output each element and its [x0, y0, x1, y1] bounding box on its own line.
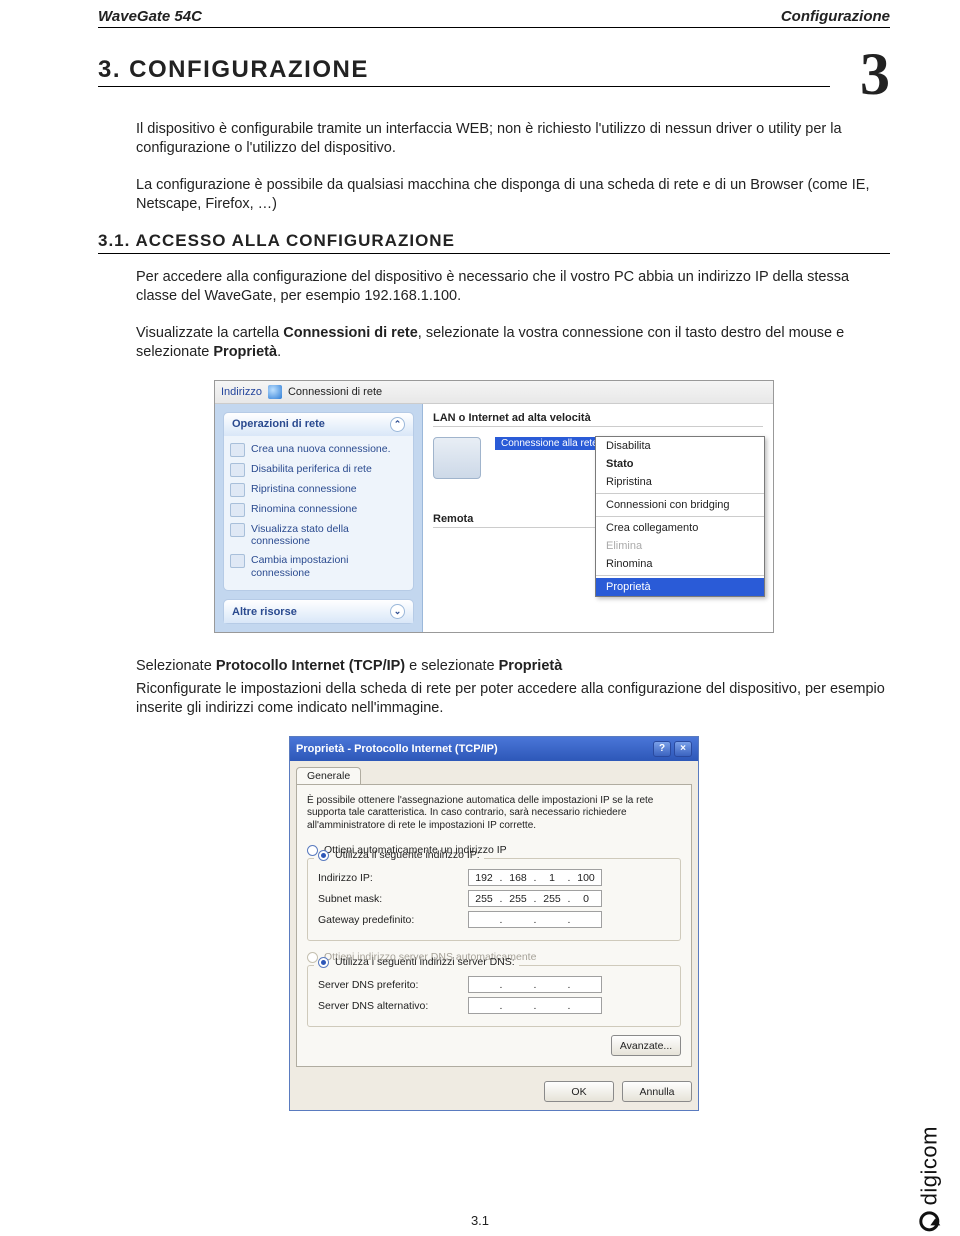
task-icon: [230, 443, 245, 457]
task-item[interactable]: Visualizza stato della connessione: [230, 520, 407, 551]
screenshot-tcpip-properties: Proprietà - Protocollo Internet (TCP/IP)…: [289, 736, 699, 1112]
panel-header-other[interactable]: Altre risorse ⌄: [224, 600, 413, 623]
dns2-label: Server DNS alternativo:: [318, 1000, 468, 1012]
description-text: È possibile ottenere l'assegnazione auto…: [307, 795, 681, 833]
address-bar: Indirizzo Connessioni di rete: [215, 381, 773, 404]
cancel-button[interactable]: Annulla: [622, 1081, 692, 1102]
ctx-disable[interactable]: Disabilita: [596, 437, 764, 455]
mask-label: Subnet mask:: [318, 893, 468, 905]
window-title: Proprietà - Protocollo Internet (TCP/IP): [296, 743, 498, 755]
main-area: LAN o Internet ad alta velocità Connessi…: [423, 404, 773, 632]
intro-paragraph-1: Il dispositivo è configurabile tramite u…: [136, 120, 890, 158]
chapter-number: 3: [860, 50, 890, 98]
task-icon: [230, 523, 245, 537]
address-label: Indirizzo: [221, 386, 262, 398]
radio-manual-dns[interactable]: Utilizza i seguenti indirizzi server DNS…: [314, 956, 519, 968]
page-number: 3.1: [0, 1213, 960, 1228]
gateway-input[interactable]: ...: [468, 911, 602, 928]
ctx-separator: [596, 575, 764, 576]
mask-input[interactable]: 255.255.255.0: [468, 890, 602, 907]
ctx-properties[interactable]: Proprietà: [596, 578, 764, 596]
radio-icon: [307, 845, 318, 856]
radio-icon: [307, 952, 318, 963]
advanced-button[interactable]: Avanzate...: [611, 1035, 681, 1056]
paragraph-4: Riconfigurate le impostazioni della sche…: [136, 680, 890, 718]
chevron-down-icon[interactable]: ⌄: [390, 604, 405, 619]
task-item[interactable]: Crea una nuova connessione.: [230, 440, 407, 460]
screenshot-network-connections: Indirizzo Connessioni di rete Operazioni…: [214, 380, 774, 633]
ctx-repair[interactable]: Ripristina: [596, 473, 764, 491]
radio-icon: [318, 850, 329, 861]
paragraph-2: Visualizzate la cartella Connessioni di …: [136, 324, 890, 362]
task-icon: [230, 483, 245, 497]
running-header: WaveGate 54C Configurazione: [98, 8, 890, 28]
panel-header-operations[interactable]: Operazioni di rete ⌃: [224, 413, 413, 436]
ip-input[interactable]: 192.168.1.100: [468, 869, 602, 886]
lan-connection-icon[interactable]: [433, 437, 481, 479]
tab-general[interactable]: Generale: [296, 767, 361, 784]
ctx-separator: [596, 493, 764, 494]
group-header-lan: LAN o Internet ad alta velocità: [433, 412, 763, 427]
context-menu: Disabilita Stato Ripristina Connessioni …: [595, 436, 765, 597]
dns1-input[interactable]: ...: [468, 976, 602, 993]
radio-manual-ip[interactable]: Utilizza il seguente indirizzo IP:: [314, 849, 484, 861]
side-panel-area: Operazioni di rete ⌃ Crea una nuova conn…: [215, 404, 423, 632]
help-button[interactable]: ?: [653, 741, 671, 757]
ctx-shortcut[interactable]: Crea collegamento: [596, 519, 764, 537]
task-icon: [230, 503, 245, 517]
ctx-delete: Elimina: [596, 537, 764, 555]
task-item[interactable]: Disabilita periferica di rete: [230, 460, 407, 480]
address-value: Connessioni di rete: [288, 386, 382, 398]
gateway-label: Gateway predefinito:: [318, 914, 468, 926]
folder-icon: [268, 385, 282, 399]
task-item[interactable]: Ripristina connessione: [230, 480, 407, 500]
paragraph-3: Selezionate Protocollo Internet (TCP/IP)…: [136, 657, 890, 676]
intro-paragraph-2: La configurazione è possibile da qualsia…: [136, 176, 890, 214]
paragraph-1: Per accedere alla configurazione del dis…: [136, 268, 890, 306]
dns1-label: Server DNS preferito:: [318, 979, 468, 991]
ctx-separator: [596, 516, 764, 517]
header-left: WaveGate 54C: [98, 8, 202, 25]
window-titlebar: Proprietà - Protocollo Internet (TCP/IP)…: [290, 737, 698, 761]
task-item[interactable]: Rinomina connessione: [230, 500, 407, 520]
ctx-status[interactable]: Stato: [596, 455, 764, 473]
section-heading: 3.1. ACCESSO ALLA CONFIGURAZIONE: [98, 231, 890, 254]
chevron-up-icon[interactable]: ⌃: [390, 417, 405, 432]
radio-icon: [318, 957, 329, 968]
task-icon: [230, 554, 245, 568]
ctx-bridge[interactable]: Connessioni con bridging: [596, 496, 764, 514]
ok-button[interactable]: OK: [544, 1081, 614, 1102]
ip-label: Indirizzo IP:: [318, 872, 468, 884]
task-item[interactable]: Cambia impostazioni connessione: [230, 551, 407, 582]
chapter-title: 3. CONFIGURAZIONE: [98, 56, 830, 87]
ctx-rename[interactable]: Rinomina: [596, 555, 764, 573]
task-icon: [230, 463, 245, 477]
dns2-input[interactable]: ...: [468, 997, 602, 1014]
header-right: Configurazione: [781, 8, 890, 25]
close-button[interactable]: ×: [674, 741, 692, 757]
